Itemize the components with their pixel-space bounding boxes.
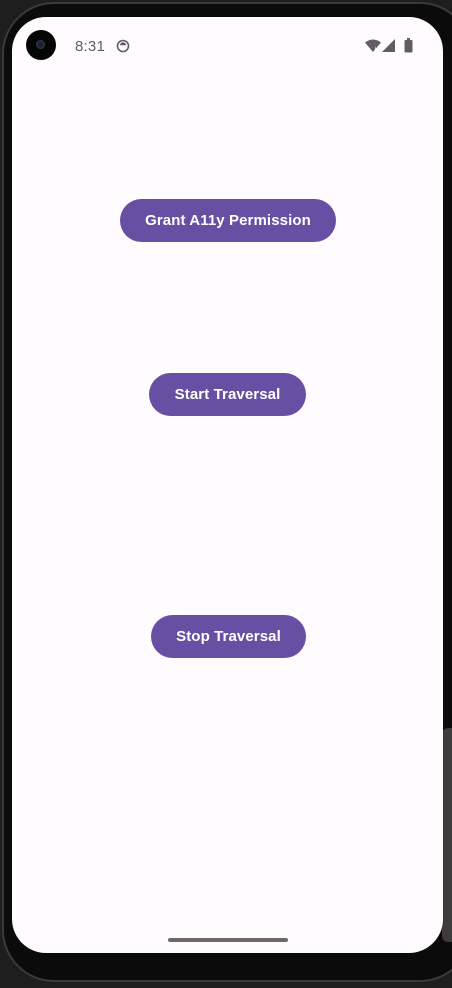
- wifi-icon: [365, 39, 381, 52]
- grant-a11y-permission-label: Grant A11y Permission: [145, 212, 311, 229]
- gesture-navigation-handle[interactable]: [168, 938, 288, 942]
- start-traversal-button[interactable]: Start Traversal: [149, 373, 306, 416]
- phone-screen: 8:31 Grant A11y Permission Start Travers…: [12, 17, 443, 953]
- signal-icon: [382, 39, 395, 52]
- battery-icon: [404, 38, 413, 53]
- stop-traversal-label: Stop Traversal: [176, 628, 281, 645]
- stop-traversal-button[interactable]: Stop Traversal: [151, 615, 306, 658]
- device-frame: 8:31 Grant A11y Permission Start Travers…: [0, 0, 452, 988]
- grant-a11y-permission-button[interactable]: Grant A11y Permission: [120, 199, 336, 242]
- start-traversal-label: Start Traversal: [174, 386, 281, 403]
- front-camera: [26, 30, 56, 60]
- status-time: 8:31: [75, 38, 105, 55]
- data-sync-icon: [116, 39, 130, 53]
- side-button: [442, 728, 452, 942]
